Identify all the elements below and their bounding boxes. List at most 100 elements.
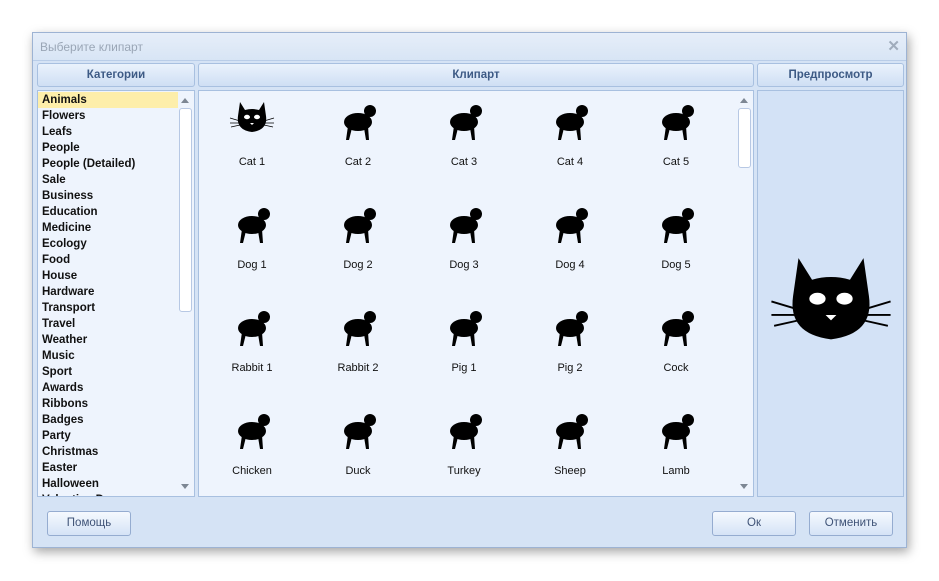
clipart-dialog: Выберите клипарт ✕ Категории Клипарт Пре… xyxy=(32,32,907,548)
cat-face-icon xyxy=(771,258,891,340)
category-item[interactable]: People (Detailed) xyxy=(38,156,179,172)
poodle-icon xyxy=(450,208,482,243)
clipart-item[interactable]: Rabbit 2 xyxy=(305,297,411,400)
dog-standing-icon xyxy=(662,208,694,243)
clipart-label: Cat 4 xyxy=(556,156,584,168)
clipart-label: Lamb xyxy=(662,465,690,477)
category-item[interactable]: Christmas xyxy=(38,444,179,460)
dog-face-icon xyxy=(238,208,270,243)
clipart-label: Cat 2 xyxy=(344,156,372,168)
category-item[interactable]: Leafs xyxy=(38,124,179,140)
help-button[interactable]: Помощь xyxy=(47,511,131,536)
clipart-item[interactable]: Cat 2 xyxy=(305,91,411,194)
category-item[interactable]: Music xyxy=(38,348,179,364)
clipart-label: Dog 1 xyxy=(237,259,267,271)
category-item[interactable]: Sport xyxy=(38,364,179,380)
category-item[interactable]: Food xyxy=(38,252,179,268)
cat-walking-icon xyxy=(662,105,694,140)
category-item[interactable]: Badges xyxy=(38,412,179,428)
pig-icon xyxy=(556,311,588,346)
clipart-item[interactable]: Cock xyxy=(623,297,729,400)
clipart-label: Duck xyxy=(345,465,371,477)
clipart-label: Pig 1 xyxy=(451,362,477,374)
clipart-scrollbar[interactable] xyxy=(737,92,752,495)
category-item[interactable]: House xyxy=(38,268,179,284)
clipart-item[interactable]: Cat 5 xyxy=(623,91,729,194)
category-item[interactable]: Halloween xyxy=(38,476,179,492)
clipart-item[interactable]: Dog 3 xyxy=(411,194,517,297)
clipart-label: Dog 5 xyxy=(661,259,691,271)
categories-list[interactable]: Animals Flowers Leafs People People (Detaile… xyxy=(37,90,195,497)
category-item[interactable]: Flowers xyxy=(38,108,179,124)
scroll-down-icon[interactable] xyxy=(181,484,189,489)
clipart-header: Клипарт xyxy=(198,63,754,87)
dog-running-icon xyxy=(344,208,376,243)
clipart-item[interactable]: Cat 1 xyxy=(199,91,305,194)
category-item[interactable]: Transport xyxy=(38,300,179,316)
clipart-item[interactable]: Pig 2 xyxy=(517,297,623,400)
clipart-label: Rabbit 2 xyxy=(337,362,379,374)
clipart-item[interactable]: Rabbit 1 xyxy=(199,297,305,400)
category-item[interactable]: Weather xyxy=(38,332,179,348)
clipart-item[interactable]: Sheep xyxy=(517,400,623,496)
clipart-label: Sheep xyxy=(554,465,586,477)
category-item[interactable]: Animals xyxy=(38,92,179,108)
clipart-item[interactable]: Turkey xyxy=(411,400,517,496)
clipart-item[interactable]: Duck xyxy=(305,400,411,496)
cancel-button[interactable]: Отменить xyxy=(809,511,893,536)
chicken-icon xyxy=(238,414,270,449)
clipart-label: Chicken xyxy=(232,465,272,477)
dog-jumping-icon xyxy=(556,208,588,243)
clipart-item[interactable]: Dog 4 xyxy=(517,194,623,297)
scroll-up-icon[interactable] xyxy=(740,98,748,103)
category-item[interactable]: Valentine Day xyxy=(38,492,179,496)
categories-scrollbar[interactable] xyxy=(178,92,193,495)
category-item[interactable]: Ribbons xyxy=(38,396,179,412)
category-item[interactable]: Medicine xyxy=(38,220,179,236)
clipart-label: Cat 1 xyxy=(238,156,266,168)
clipart-item[interactable]: Cat 3 xyxy=(411,91,517,194)
clipart-item[interactable]: Dog 5 xyxy=(623,194,729,297)
clipart-label: Cock xyxy=(663,362,689,374)
category-item[interactable]: Education xyxy=(38,204,179,220)
rabbit-face-icon xyxy=(238,311,270,346)
scroll-down-icon[interactable] xyxy=(740,484,748,489)
category-item[interactable]: People xyxy=(38,140,179,156)
ok-button[interactable]: Ок xyxy=(712,511,796,536)
clipart-item[interactable]: Chicken xyxy=(199,400,305,496)
clipart-grid[interactable]: Cat 1 Cat 2 Cat 3 Cat 4 Cat 5 Dog 1 Dog 2 Dog 3… xyxy=(198,90,754,497)
title-bar: Выберите клипарт ✕ xyxy=(33,33,906,61)
cat-face-icon xyxy=(229,102,275,132)
close-icon[interactable]: ✕ xyxy=(887,37,900,55)
duck-icon xyxy=(344,414,376,449)
preview-panel xyxy=(757,90,904,497)
categories-header: Категории xyxy=(37,63,195,87)
lamb-icon xyxy=(662,414,694,449)
category-item[interactable]: Party xyxy=(38,428,179,444)
category-item[interactable]: Sale xyxy=(38,172,179,188)
clipart-item[interactable]: Dog 2 xyxy=(305,194,411,297)
clipart-item[interactable]: Pig 1 xyxy=(411,297,517,400)
clipart-item[interactable]: Dog 1 xyxy=(199,194,305,297)
category-item[interactable]: Awards xyxy=(38,380,179,396)
category-item[interactable]: Easter xyxy=(38,460,179,476)
clipart-item[interactable]: Lamb xyxy=(623,400,729,496)
cat-stretching-icon xyxy=(556,105,588,140)
sheep-icon xyxy=(556,414,588,449)
clipart-label: Rabbit 1 xyxy=(231,362,273,374)
scroll-up-icon[interactable] xyxy=(181,98,189,103)
clipart-label: Pig 2 xyxy=(557,362,583,374)
clipart-label: Dog 4 xyxy=(555,259,585,271)
pig-face-icon xyxy=(450,311,482,346)
scrollbar-thumb[interactable] xyxy=(738,108,751,168)
category-item[interactable]: Hardware xyxy=(38,284,179,300)
cat-walking-icon xyxy=(450,105,482,140)
clipart-label: Cat 5 xyxy=(662,156,690,168)
scrollbar-thumb[interactable] xyxy=(179,108,192,312)
category-item[interactable]: Ecology xyxy=(38,236,179,252)
category-item[interactable]: Travel xyxy=(38,316,179,332)
clipart-item[interactable]: Cat 4 xyxy=(517,91,623,194)
preview-header: Предпросмотр xyxy=(757,63,904,87)
clipart-label: Cat 3 xyxy=(450,156,478,168)
category-item[interactable]: Business xyxy=(38,188,179,204)
